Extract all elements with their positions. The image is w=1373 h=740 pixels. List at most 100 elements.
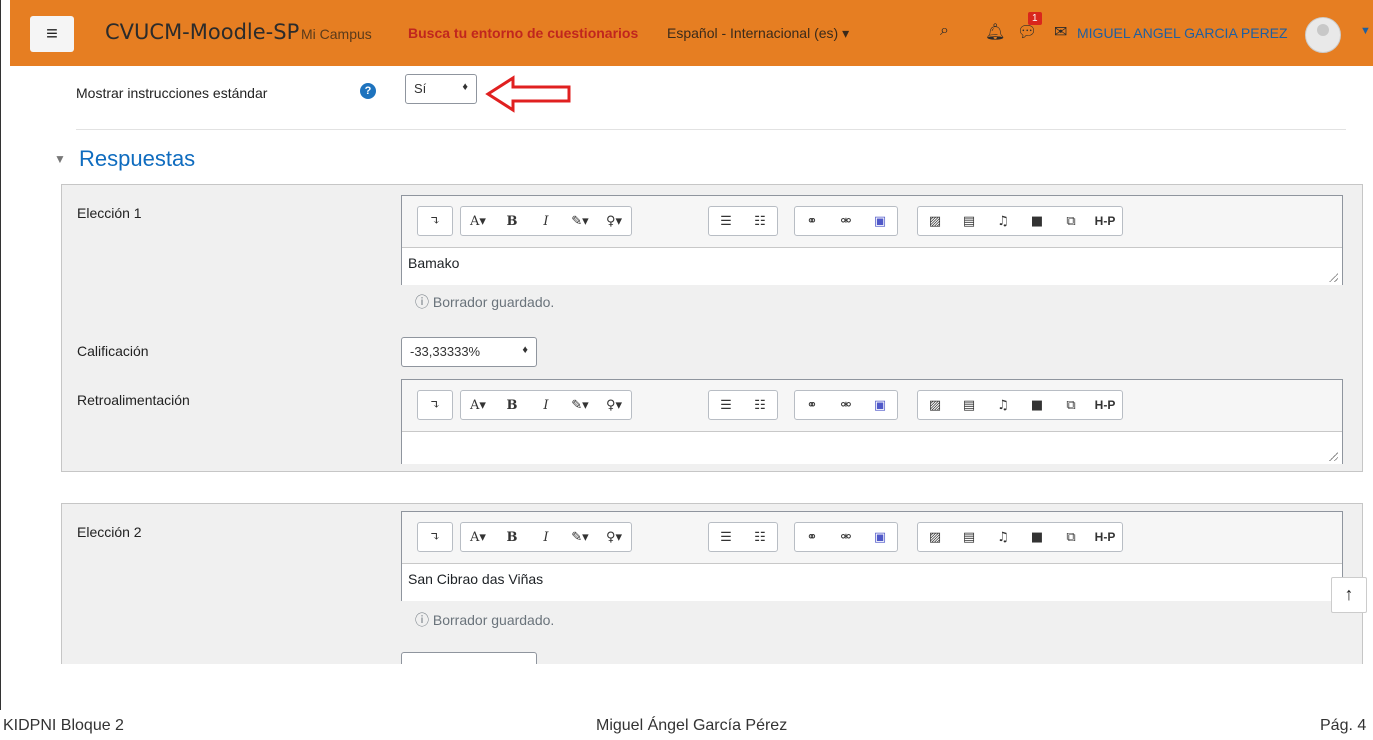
resize-handle[interactable] <box>1328 272 1338 282</box>
italic-button[interactable]: I <box>529 391 563 419</box>
collapse-toolbar-icon[interactable]: ↴ <box>418 523 452 551</box>
mi-campus-link[interactable]: Mi Campus <box>301 26 372 42</box>
collapse-toolbar-icon[interactable]: ↴ <box>418 391 452 419</box>
unlink-icon[interactable]: ⚮ <box>829 207 863 235</box>
bell-icon[interactable]: 🔔︎ <box>985 22 1005 42</box>
brush-icon[interactable]: ✎▾ <box>563 207 597 235</box>
chevron-down-icon[interactable]: ▼ <box>1360 25 1371 37</box>
bullet-list-icon[interactable]: ☰ <box>709 391 743 419</box>
scroll-to-top-icon[interactable]: ↑ <box>1331 577 1367 613</box>
unlink-icon[interactable]: ⚮ <box>829 391 863 419</box>
font-style-button[interactable]: A▾ <box>461 207 495 235</box>
numbered-list-icon[interactable]: ☷ <box>743 523 777 551</box>
image-icon[interactable]: ▨ <box>918 391 952 419</box>
mail-icon[interactable]: ✉ <box>1054 22 1067 42</box>
footer-right: Pág. 4 <box>1320 717 1367 734</box>
toolbar-group: ☰ ☷ <box>708 522 778 552</box>
site-brand[interactable]: CVUCM-Moodle-SP <box>105 20 299 44</box>
h5p-button[interactable]: H-P <box>1088 207 1122 235</box>
choice-1-answer-text: Bamako <box>408 255 460 271</box>
numbered-list-icon[interactable]: ☷ <box>743 391 777 419</box>
microphone-icon[interactable]: ♫ <box>986 523 1020 551</box>
footer-left: KIDPNI Bloque 2 <box>3 717 124 734</box>
link-icon[interactable]: ⚭ <box>795 207 829 235</box>
brush-icon[interactable]: ✎▾ <box>563 523 597 551</box>
video-icon[interactable]: ■ <box>1020 207 1054 235</box>
grade-value: -33,33333% <box>410 344 481 359</box>
bullet-list-icon[interactable]: ☰ <box>709 207 743 235</box>
feedback-text[interactable] <box>402 431 1342 464</box>
choice-2-editor[interactable]: ↴ A▾ B I ✎▾ ♀▾ ☰ ☷ ⚭ ⚮ ▣ ▨ ▤ ♫ ■ ⧉ H-P S… <box>401 511 1343 601</box>
page-border <box>0 664 1 710</box>
grade-select[interactable]: -33,33333% ♦ <box>401 337 537 367</box>
numbered-list-icon[interactable]: ☷ <box>743 207 777 235</box>
collapse-icon[interactable]: ▼ <box>54 152 66 166</box>
teams-icon[interactable]: ▣ <box>863 523 897 551</box>
feedback-editor[interactable]: ↴ A▾ B I ✎▾ ♀▾ ☰ ☷ ⚭ ⚮ ▣ ▨ ▤ ♫ ■ ⧉ H-P <box>401 379 1343 464</box>
copy-icon[interactable]: ⧉ <box>1054 391 1088 419</box>
font-style-button[interactable]: A▾ <box>461 391 495 419</box>
select-arrow-icon: ♦ <box>462 81 468 93</box>
choice-2-label: Elección 2 <box>77 524 142 540</box>
toolbar-group: ↴ <box>417 522 453 552</box>
unlink-icon[interactable]: ⚮ <box>829 523 863 551</box>
grade-select-2[interactable] <box>401 652 537 664</box>
font-style-button[interactable]: A▾ <box>461 523 495 551</box>
toolbar-group: A▾ B I ✎▾ ♀▾ <box>460 390 632 420</box>
section-title[interactable]: Respuestas <box>79 146 195 172</box>
draft-saved-2: ⓘ Borrador guardado. <box>415 612 555 628</box>
grade-label: Calificación <box>77 343 149 359</box>
avatar[interactable] <box>1305 17 1341 53</box>
italic-button[interactable]: I <box>529 523 563 551</box>
bold-button[interactable]: B <box>495 391 529 419</box>
media-icon[interactable]: ▤ <box>952 523 986 551</box>
instructions-value: Sí <box>414 81 427 96</box>
copy-icon[interactable]: ⧉ <box>1054 523 1088 551</box>
microphone-icon[interactable]: ♫ <box>986 391 1020 419</box>
user-name[interactable]: MIGUEL ANGEL GARCIA PEREZ <box>1077 25 1288 41</box>
resize-handle[interactable] <box>1328 451 1338 461</box>
choice-1-editor[interactable]: ↴ A▾ B I ✎▾ ♀▾ ☰ ☷ ⚭ ⚮ ▣ ▨ ▤ ♫ ■ ⧉ H-P B… <box>401 195 1343 285</box>
microphone-icon[interactable]: ♫ <box>986 207 1020 235</box>
bullet-list-icon[interactable]: ☰ <box>709 523 743 551</box>
video-icon[interactable]: ■ <box>1020 523 1054 551</box>
media-icon[interactable]: ▤ <box>952 207 986 235</box>
language-menu[interactable]: Español - Internacional (es) ▾ <box>667 25 849 42</box>
h5p-button[interactable]: H-P <box>1088 523 1122 551</box>
toolbar-group: ↴ <box>417 390 453 420</box>
chat-icon[interactable]: 💬︎ <box>1017 22 1037 42</box>
draft-text: Borrador guardado. <box>432 612 555 628</box>
search-icon[interactable]: ⌕ <box>940 22 949 40</box>
image-icon[interactable]: ▨ <box>918 523 952 551</box>
browser-screenshot: ≡ CVUCM-Moodle-SP Mi Campus Busca tu ent… <box>0 0 1373 664</box>
h5p-button[interactable]: H-P <box>1088 391 1122 419</box>
lightbulb-icon[interactable]: ♀▾ <box>597 523 631 551</box>
toolbar-group: A▾ B I ✎▾ ♀▾ <box>460 206 632 236</box>
lightbulb-icon[interactable]: ♀▾ <box>597 207 631 235</box>
media-icon[interactable]: ▤ <box>952 391 986 419</box>
help-icon[interactable]: ? <box>360 83 376 99</box>
bold-button[interactable]: B <box>495 207 529 235</box>
image-icon[interactable]: ▨ <box>918 207 952 235</box>
link-icon[interactable]: ⚭ <box>795 523 829 551</box>
toolbar-group: ⚭ ⚮ ▣ <box>794 206 898 236</box>
choice-1-answer[interactable]: Bamako <box>402 247 1342 285</box>
lightbulb-icon[interactable]: ♀▾ <box>597 391 631 419</box>
teams-icon[interactable]: ▣ <box>863 207 897 235</box>
divider <box>76 129 1346 130</box>
copy-icon[interactable]: ⧉ <box>1054 207 1088 235</box>
italic-button[interactable]: I <box>529 207 563 235</box>
brush-icon[interactable]: ✎▾ <box>563 391 597 419</box>
menu-icon[interactable]: ≡ <box>30 16 74 52</box>
video-icon[interactable]: ■ <box>1020 391 1054 419</box>
busca-link[interactable]: Busca tu entorno de cuestionarios <box>408 25 638 41</box>
choice-2-answer[interactable]: San Cibrao das Viñas <box>402 563 1342 601</box>
choice-1-label: Elección 1 <box>77 205 142 221</box>
link-icon[interactable]: ⚭ <box>795 391 829 419</box>
instructions-select[interactable]: Sí ♦ <box>405 74 477 104</box>
bold-button[interactable]: B <box>495 523 529 551</box>
toolbar-group: ▨ ▤ ♫ ■ ⧉ H-P <box>917 390 1123 420</box>
teams-icon[interactable]: ▣ <box>863 391 897 419</box>
collapse-toolbar-icon[interactable]: ↴ <box>418 207 452 235</box>
toolbar-group: A▾ B I ✎▾ ♀▾ <box>460 522 632 552</box>
